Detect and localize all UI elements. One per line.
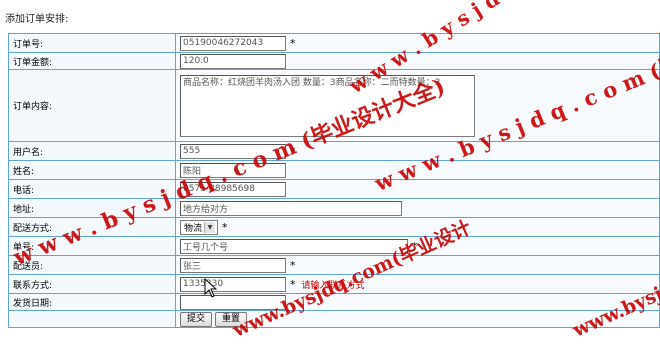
username-label: 用户名: bbox=[8, 141, 176, 161]
address-input[interactable] bbox=[180, 200, 402, 216]
row-phone: 电话: bbox=[8, 179, 660, 199]
tracking-no-label: 单号: bbox=[8, 236, 176, 256]
chevron-down-icon: ▼ bbox=[204, 221, 216, 233]
tracking-no-required-mark: * bbox=[412, 239, 418, 253]
amount-label: 订单金额: bbox=[8, 52, 176, 70]
phone-input[interactable] bbox=[180, 181, 286, 197]
content-textarea[interactable]: 商品名称：红烧团羊肉汤入团 数量：3商品名称：二而特数量：3 bbox=[180, 74, 475, 137]
courier-input[interactable] bbox=[180, 257, 286, 273]
content-label: 订单内容: bbox=[8, 69, 176, 142]
row-username: 用户名: * bbox=[8, 141, 660, 161]
page-heading: 添加订单安排: bbox=[5, 14, 69, 25]
row-delivery-method: 配送方式: 物流 ▼ * bbox=[8, 217, 660, 237]
order-no-required-mark: * bbox=[290, 36, 296, 50]
name-input[interactable] bbox=[180, 162, 286, 178]
phone-label: 电话: bbox=[8, 179, 176, 199]
row-ship-date: 发货日期: bbox=[8, 293, 660, 311]
row-amount: 订单金额: bbox=[8, 52, 660, 70]
ship-date-label: 发货日期: bbox=[8, 293, 176, 311]
order-form-table: 订单号: * 订单金额: 订单内容: 商品名称：红烧团羊肉汤入团 数量：3商品名… bbox=[8, 33, 660, 328]
order-no-label: 订单号: bbox=[8, 33, 176, 53]
row-buttons: 提交 重置 bbox=[8, 310, 660, 328]
username-input[interactable] bbox=[180, 143, 286, 159]
courier-required-mark: * bbox=[290, 258, 296, 272]
delivery-method-select[interactable]: 物流 ▼ bbox=[180, 219, 219, 235]
delivery-method-selected: 物流 bbox=[184, 223, 203, 234]
row-address: 地址: bbox=[8, 198, 660, 218]
address-label: 地址: bbox=[8, 198, 176, 218]
contact-hint: 请输入联系方式 bbox=[301, 280, 365, 291]
contact-input[interactable] bbox=[180, 276, 286, 292]
order-no-input[interactable] bbox=[180, 35, 286, 51]
mouse-cursor-icon bbox=[204, 278, 218, 298]
row-contact: 联系方式: * 请输入联系方式 bbox=[8, 274, 660, 294]
delivery-method-required-mark: * bbox=[222, 220, 228, 234]
reset-button[interactable]: 重置 bbox=[215, 311, 248, 327]
courier-label: 配送员: bbox=[8, 255, 176, 275]
amount-input[interactable] bbox=[180, 53, 286, 69]
name-label: 姓名: bbox=[8, 160, 176, 180]
row-name: 姓名: bbox=[8, 160, 660, 180]
row-order-no: 订单号: * bbox=[8, 33, 660, 53]
contact-label: 联系方式: bbox=[8, 274, 176, 294]
submit-button[interactable]: 提交 bbox=[180, 311, 213, 327]
row-content: 订单内容: 商品名称：红烧团羊肉汤入团 数量：3商品名称：二而特数量：3 bbox=[8, 69, 660, 142]
tracking-no-input[interactable] bbox=[180, 238, 408, 254]
delivery-method-label: 配送方式: bbox=[8, 217, 176, 237]
row-tracking-no: 单号: * bbox=[8, 236, 660, 256]
buttons-label-cell bbox=[8, 310, 176, 328]
username-required-mark: * bbox=[290, 144, 296, 158]
contact-required-mark: * bbox=[290, 277, 296, 291]
row-courier: 配送员: * bbox=[8, 255, 660, 275]
ship-date-input[interactable] bbox=[180, 294, 286, 310]
